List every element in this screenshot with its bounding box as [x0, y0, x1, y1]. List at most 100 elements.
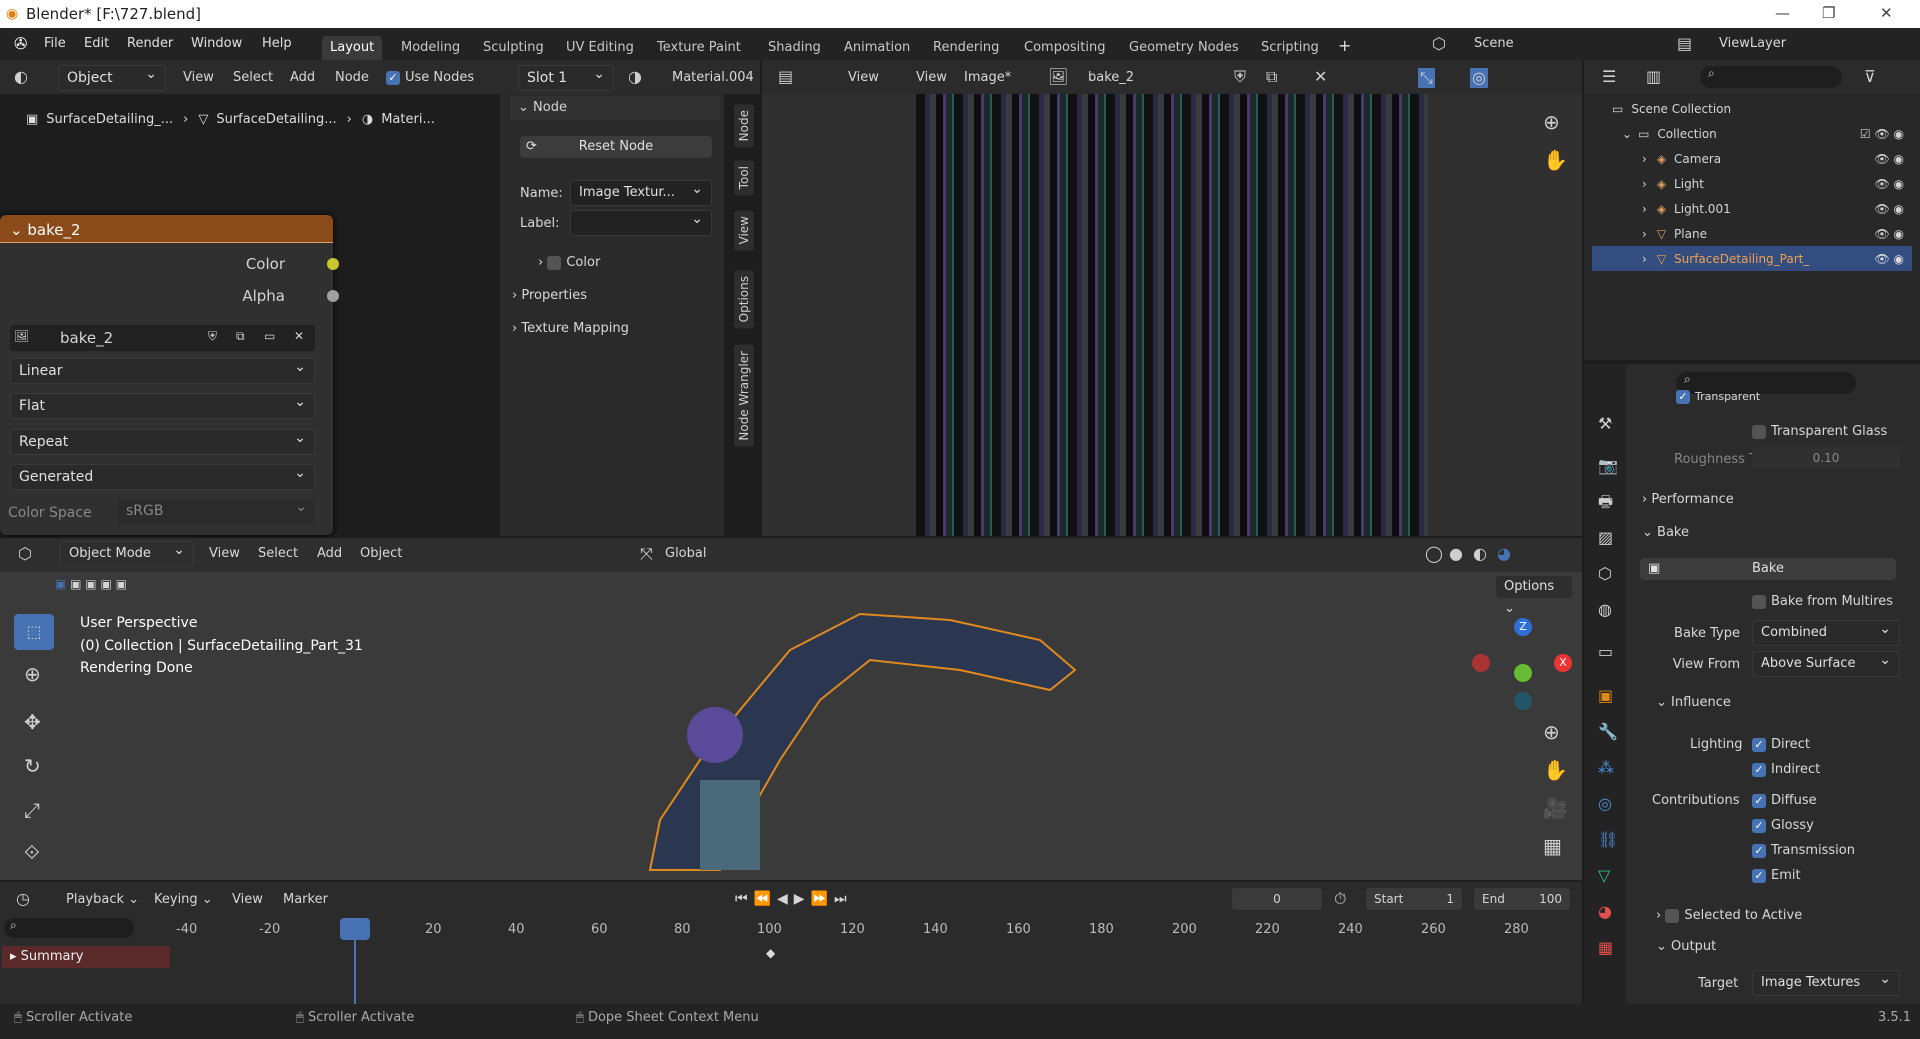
view-layer-icon[interactable]: ▨	[1598, 530, 1613, 546]
image-name-field[interactable]: bake_2	[1088, 70, 1134, 85]
tab-animation[interactable]: Animation	[836, 36, 918, 60]
glossy-checkbox[interactable]: ✓ Glossy	[1752, 818, 1814, 833]
pan-hand-icon[interactable]: ✋	[1543, 760, 1568, 780]
open-image-icon[interactable]: ▭	[264, 329, 275, 343]
object-dropdown[interactable]: Object	[58, 62, 166, 91]
gizmo-icon[interactable]: ⤡	[1418, 68, 1435, 88]
perspective-grid-icon[interactable]: ▦	[1543, 836, 1562, 856]
viewlayer-name[interactable]: ViewLayer	[1719, 36, 1786, 51]
menu-file[interactable]: File	[44, 36, 66, 51]
new-image-icon[interactable]: ⧉	[1266, 69, 1277, 85]
view-menu[interactable]: View	[848, 70, 879, 85]
image-selector[interactable]: 🖼 bake_2 ⛨ ⧉ ▭ ✕	[10, 325, 315, 351]
menu-help[interactable]: Help	[262, 36, 292, 51]
collection-icon[interactable]: ▭	[1598, 644, 1613, 660]
start-frame-field[interactable]: Start 1	[1366, 888, 1462, 910]
shading-solid-icon[interactable]: ●	[1449, 546, 1463, 562]
node-node-menu[interactable]: Node	[335, 70, 369, 85]
stopwatch-icon[interactable]: ⏱	[1334, 891, 1346, 907]
node-select-menu[interactable]: Select	[233, 70, 273, 85]
overlay-icon[interactable]: ◎	[1470, 68, 1488, 88]
editor-type-icon[interactable]: ◐	[14, 69, 28, 85]
object-icon[interactable]: ▣	[1598, 688, 1613, 704]
current-frame-field[interactable]: 0	[1232, 888, 1322, 910]
playback-controls[interactable]: ⏮⏪◀▶⏩⏭	[735, 891, 875, 907]
axis-x-icon[interactable]: X	[1554, 654, 1572, 672]
summary-channel[interactable]: ▸ Summary	[2, 946, 170, 968]
use-nodes-checkbox[interactable]: ✓ Use Nodes	[386, 70, 474, 85]
modifier-icon[interactable]: 🔧	[1598, 724, 1618, 740]
world-icon[interactable]: ◍	[1598, 602, 1612, 618]
display-mode-icon[interactable]: ▥	[1646, 69, 1661, 85]
scene-name[interactable]: Scene	[1474, 36, 1514, 51]
selected-to-active-subpanel[interactable]: › Selected to Active	[1656, 908, 1802, 923]
scene-icon[interactable]: ⬡	[1598, 566, 1612, 582]
tab-sculpting[interactable]: Sculpting	[475, 36, 552, 60]
tab-node-wrangler[interactable]: Node Wrangler	[734, 345, 754, 447]
transparent-glass-checkbox[interactable]: Transparent Glass	[1752, 424, 1887, 439]
scale-icon[interactable]: ⤢	[24, 800, 40, 820]
bake-type-dropdown[interactable]: Combined	[1752, 617, 1900, 646]
filter-icon[interactable]: ⊽	[1864, 69, 1876, 85]
collapse-icon[interactable]: ⌄	[10, 221, 23, 239]
expand-icon[interactable]: ⌄	[1622, 127, 1632, 141]
editor-type-icon[interactable]: ⬡	[18, 546, 32, 562]
timeline-view-menu[interactable]: View	[232, 892, 263, 907]
camera-view-icon[interactable]: 🎥	[1543, 798, 1568, 818]
outliner-collection[interactable]: ⌄ ▭ Collection ☑ 👁 ◉	[1592, 121, 1912, 146]
playhead[interactable]	[340, 918, 370, 940]
target-dropdown[interactable]: Image Textures	[1752, 967, 1900, 996]
tab-uv-editing[interactable]: UV Editing	[558, 36, 642, 60]
tab-view[interactable]: View	[734, 210, 754, 251]
emit-checkbox[interactable]: ✓ Emit	[1752, 868, 1801, 883]
select-box-icon[interactable]: ⬚	[14, 614, 54, 650]
rotate-icon[interactable]: ↻	[24, 756, 41, 776]
keyframe-icon[interactable]: ◆	[766, 946, 775, 960]
color-subpanel[interactable]: › Color	[538, 255, 600, 270]
particles-icon[interactable]: ⁂	[1598, 760, 1614, 776]
minimize-icon[interactable]: —	[1775, 4, 1790, 22]
tab-options[interactable]: Options	[734, 270, 754, 329]
axis-neg-x-icon[interactable]	[1472, 654, 1490, 672]
diffuse-checkbox[interactable]: ✓ Diffuse	[1752, 793, 1817, 808]
tab-layout[interactable]: Layout	[322, 36, 383, 60]
move-icon[interactable]: ✥	[24, 712, 41, 732]
tab-shading[interactable]: Shading	[760, 36, 829, 60]
timeline-editor-icon[interactable]: ◷	[16, 891, 30, 907]
tab-rendering[interactable]: Rendering	[925, 36, 1007, 60]
label-field[interactable]	[570, 207, 712, 236]
outliner-search-input[interactable]: ⌕	[1700, 66, 1842, 88]
shading-rendered-icon[interactable]: ◕	[1497, 546, 1511, 562]
visibility-icons[interactable]: ☑ 👁 ◉	[1860, 127, 1904, 141]
zoom-icon[interactable]: ⊕	[1543, 112, 1560, 132]
end-frame-field[interactable]: End 100	[1474, 888, 1570, 910]
interpolation-dropdown[interactable]: Linear	[10, 355, 315, 384]
transmission-checkbox[interactable]: ✓ Transmission	[1752, 843, 1855, 858]
image-browse-icon[interactable]: 🖼	[14, 329, 29, 343]
tab-node[interactable]: Node	[734, 104, 754, 148]
menu-render[interactable]: Render	[127, 36, 173, 51]
fake-user-icon[interactable]: ⛨	[1234, 69, 1246, 85]
maximize-icon[interactable]: ❐	[1822, 4, 1835, 22]
menu-window[interactable]: Window	[191, 36, 242, 51]
viewport-object-menu[interactable]: Object	[360, 546, 402, 561]
alpha-socket[interactable]	[327, 290, 339, 302]
node-panel-header[interactable]: ⌄ Node	[510, 96, 720, 120]
close-icon[interactable]: ✕	[1314, 69, 1327, 85]
data-icon[interactable]: ▽	[1598, 868, 1610, 884]
unlink-icon[interactable]: ✕	[294, 329, 304, 343]
output-icon[interactable]: 🖶	[1598, 494, 1613, 510]
transform-orientation-icon[interactable]: ⤧	[640, 546, 653, 562]
viewport-view-menu[interactable]: View	[209, 546, 240, 561]
source-dropdown[interactable]: Generated	[10, 461, 315, 490]
fake-user-icon[interactable]: ⛨	[208, 329, 217, 344]
slot-dropdown[interactable]: Slot 1	[518, 62, 614, 91]
axis-neg-z-icon[interactable]	[1514, 692, 1532, 710]
navigation-gizmo[interactable]: Z X	[1472, 612, 1576, 712]
node-view-menu[interactable]: View	[183, 70, 214, 85]
timeline-search-input[interactable]: ⌕	[4, 918, 134, 938]
scene-icon[interactable]: ⬡	[1432, 36, 1446, 52]
viewport-select-menu[interactable]: Select	[258, 546, 298, 561]
outliner-type-icon[interactable]: ☰	[1602, 69, 1616, 85]
outliner-item-camera[interactable]: › ◈ Camera 👁 ◉	[1592, 146, 1912, 171]
